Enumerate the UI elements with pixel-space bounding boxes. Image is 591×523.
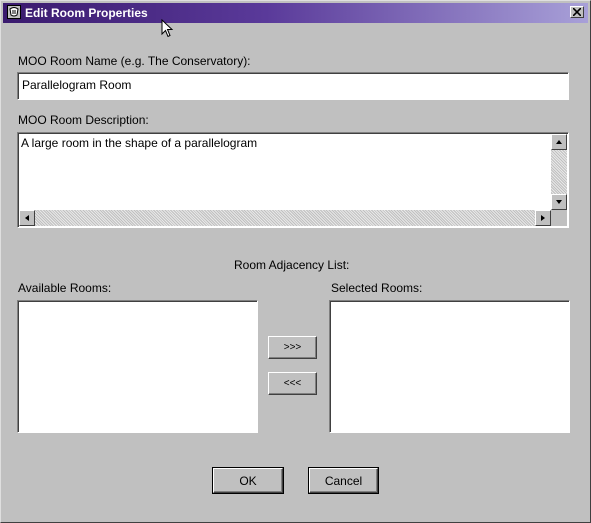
horizontal-scrollbar[interactable] [19,210,551,226]
arrow-down-icon [556,200,562,204]
scrollbar-corner [551,210,567,226]
room-description-label: MOO Room Description: [18,113,149,127]
mouse-cursor-icon [161,19,174,38]
scroll-up-button[interactable] [551,134,567,150]
remove-room-button[interactable]: <<< [268,372,317,395]
arrow-left-icon [25,215,29,221]
arrow-right-icon [541,215,545,221]
title-bar[interactable]: Edit Room Properties [3,3,588,23]
ok-button[interactable]: OK [213,468,283,493]
scroll-down-button[interactable] [551,194,567,210]
cancel-button[interactable]: Cancel [309,468,378,493]
add-room-button[interactable]: >>> [268,336,317,359]
adjacency-heading: Room Adjacency List: [234,258,350,272]
window-title: Edit Room Properties [25,6,148,20]
room-name-input[interactable]: Parallelogram Room [17,72,569,100]
arrow-up-icon [556,140,562,144]
room-description-text: A large room in the shape of a parallelo… [21,136,258,150]
available-rooms-list[interactable] [17,300,258,433]
app-icon [7,5,21,19]
edit-room-dialog: Edit Room Properties MOO Room Name (e.g.… [0,0,591,523]
room-name-label: MOO Room Name (e.g. The Conservatory): [18,54,251,68]
scroll-left-button[interactable] [19,210,35,226]
scroll-right-button[interactable] [535,210,551,226]
close-icon [573,8,581,16]
available-rooms-label: Available Rooms: [18,281,112,295]
selected-rooms-label: Selected Rooms: [331,281,423,295]
selected-rooms-list[interactable] [329,300,570,433]
close-button[interactable] [570,6,584,18]
room-description-textarea[interactable]: A large room in the shape of a parallelo… [17,132,569,228]
